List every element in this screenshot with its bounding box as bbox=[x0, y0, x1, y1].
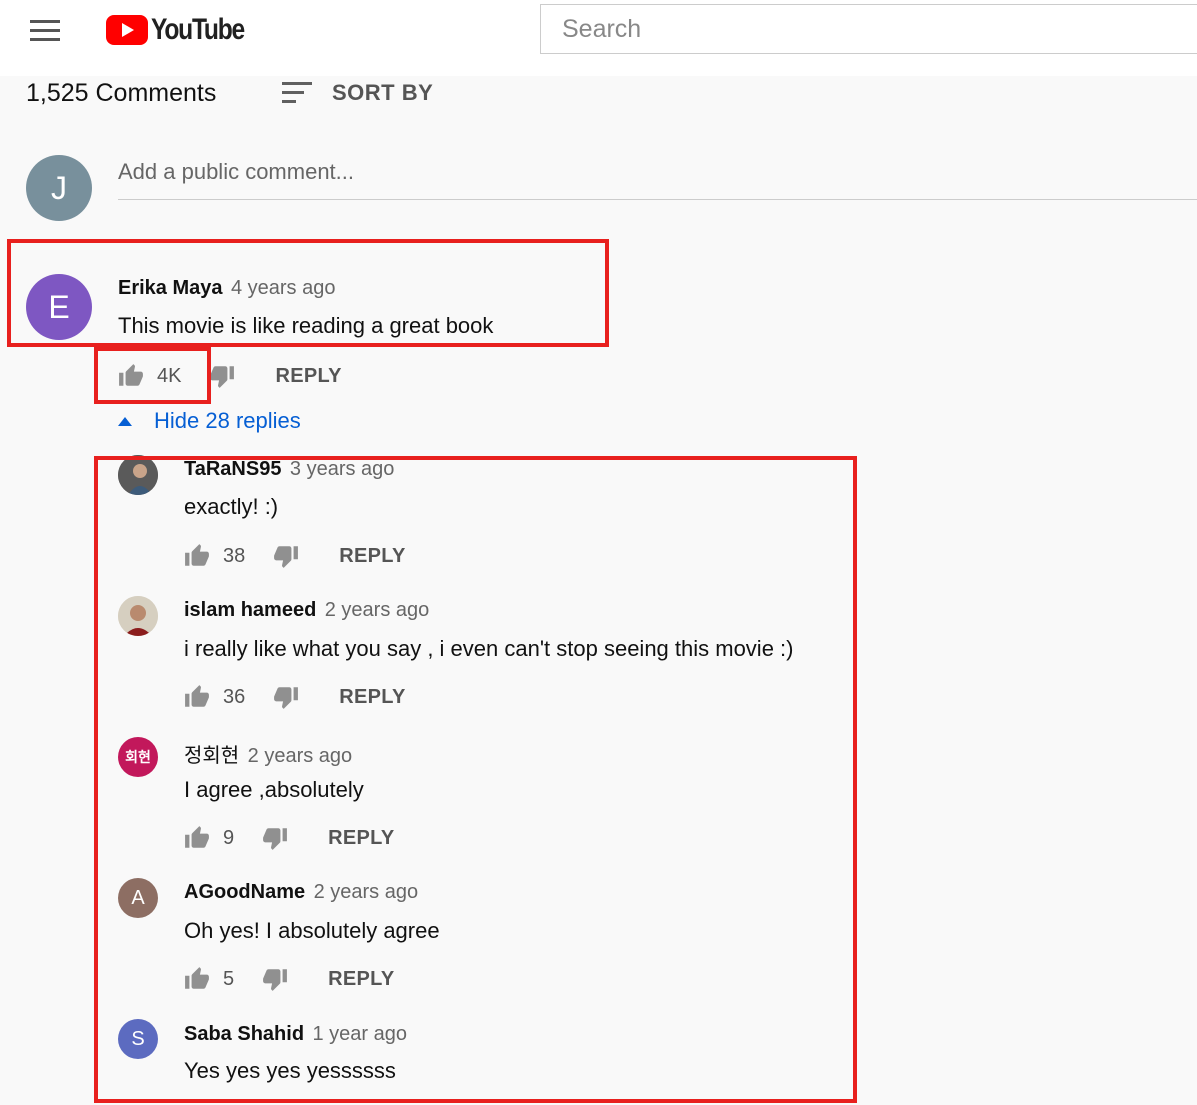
reply-avatar[interactable]: 회현 bbox=[118, 737, 158, 777]
reply-timestamp[interactable]: 2 years ago bbox=[248, 745, 353, 767]
reply-text: exactly! :) bbox=[184, 494, 279, 519]
like-count: 4K bbox=[157, 364, 182, 387]
reply-avatar[interactable]: S bbox=[118, 1019, 158, 1059]
like-icon[interactable] bbox=[118, 363, 144, 389]
reply-actions: 38 REPLY bbox=[184, 541, 406, 571]
reply-text: I agree ,absolutely bbox=[184, 777, 364, 802]
comment-header: Erika Maya 4 years ago bbox=[118, 277, 335, 300]
comment-timestamp[interactable]: 4 years ago bbox=[231, 277, 336, 299]
commenter-avatar[interactable]: E bbox=[26, 274, 92, 340]
comments-count: 1,525 Comments bbox=[26, 79, 217, 107]
sort-by-button[interactable]: SORT BY bbox=[282, 77, 433, 109]
reply-text: Oh yes! I absolutely agree bbox=[184, 918, 440, 943]
like-icon[interactable] bbox=[184, 825, 210, 851]
hide-replies-button[interactable]: Hide 28 replies bbox=[118, 408, 301, 434]
reply-header: TaRaNS95 3 years ago bbox=[184, 458, 394, 481]
like-icon[interactable] bbox=[184, 966, 210, 992]
top-bar: YouTube bbox=[0, 0, 1197, 76]
dislike-icon[interactable] bbox=[262, 825, 288, 851]
comment-text: This movie is like reading a great book bbox=[118, 313, 494, 338]
reply-header: islam hameed 2 years ago bbox=[184, 599, 429, 622]
add-comment-input[interactable] bbox=[118, 159, 1197, 185]
reply-avatar[interactable] bbox=[118, 455, 158, 495]
reply-author[interactable]: 정회현 bbox=[184, 743, 239, 767]
reply-author[interactable]: AGoodName bbox=[184, 881, 305, 903]
dislike-icon[interactable] bbox=[273, 684, 299, 710]
youtube-logo[interactable]: YouTube bbox=[106, 13, 264, 46]
reply-button[interactable]: REPLY bbox=[275, 365, 341, 388]
caret-up-icon bbox=[118, 416, 132, 426]
reply-author[interactable]: TaRaNS95 bbox=[184, 458, 281, 480]
logo-wordmark: YouTube bbox=[151, 13, 245, 46]
dislike-icon[interactable] bbox=[262, 966, 288, 992]
reply-button[interactable]: REPLY bbox=[339, 686, 405, 709]
sort-icon bbox=[282, 82, 314, 104]
reply-timestamp[interactable]: 1 year ago bbox=[312, 1023, 407, 1045]
comment-actions: 4K REPLY bbox=[118, 361, 342, 391]
like-icon[interactable] bbox=[184, 684, 210, 710]
like-count: 38 bbox=[223, 544, 246, 567]
like-count: 5 bbox=[223, 967, 235, 990]
reply-text: Yes yes yes yessssss bbox=[184, 1058, 396, 1083]
reply-author[interactable]: Saba Shahid bbox=[184, 1023, 304, 1045]
reply-header: AGoodName 2 years ago bbox=[184, 881, 418, 904]
reply-header: 정회현 2 years ago bbox=[184, 739, 352, 768]
reply-avatar[interactable] bbox=[118, 596, 158, 636]
reply-button[interactable]: REPLY bbox=[328, 968, 394, 991]
like-icon[interactable] bbox=[184, 543, 210, 569]
user-photo-icon bbox=[118, 596, 158, 636]
reply-actions: 5 REPLY bbox=[184, 964, 394, 994]
reply-actions: 9 REPLY bbox=[184, 823, 394, 853]
like-count: 36 bbox=[223, 685, 246, 708]
user-photo-icon bbox=[118, 455, 158, 495]
reply-author[interactable]: islam hameed bbox=[184, 599, 316, 621]
reply-timestamp[interactable]: 2 years ago bbox=[314, 881, 419, 903]
comment-author[interactable]: Erika Maya bbox=[118, 277, 223, 299]
reply-avatar[interactable]: A bbox=[118, 878, 158, 918]
reply-button[interactable]: REPLY bbox=[339, 545, 405, 568]
youtube-play-icon bbox=[106, 15, 148, 45]
sort-by-label: SORT BY bbox=[332, 80, 434, 105]
reply-button[interactable]: REPLY bbox=[328, 827, 394, 850]
reply-text: i really like what you say , i even can'… bbox=[184, 636, 794, 661]
current-user-avatar: J bbox=[26, 155, 92, 221]
reply-timestamp[interactable]: 3 years ago bbox=[290, 458, 395, 480]
search-box[interactable] bbox=[540, 4, 1197, 54]
hamburger-menu-icon[interactable] bbox=[30, 20, 62, 42]
reply-timestamp[interactable]: 2 years ago bbox=[325, 599, 430, 621]
dislike-icon[interactable] bbox=[273, 543, 299, 569]
search-input[interactable] bbox=[541, 5, 1197, 53]
dislike-icon[interactable] bbox=[209, 363, 235, 389]
reply-actions: 36 REPLY bbox=[184, 682, 406, 712]
like-count: 9 bbox=[223, 826, 235, 849]
reply-header: Saba Shahid 1 year ago bbox=[184, 1023, 407, 1046]
hide-replies-label: Hide 28 replies bbox=[154, 408, 301, 433]
add-comment-box[interactable] bbox=[118, 155, 1197, 200]
